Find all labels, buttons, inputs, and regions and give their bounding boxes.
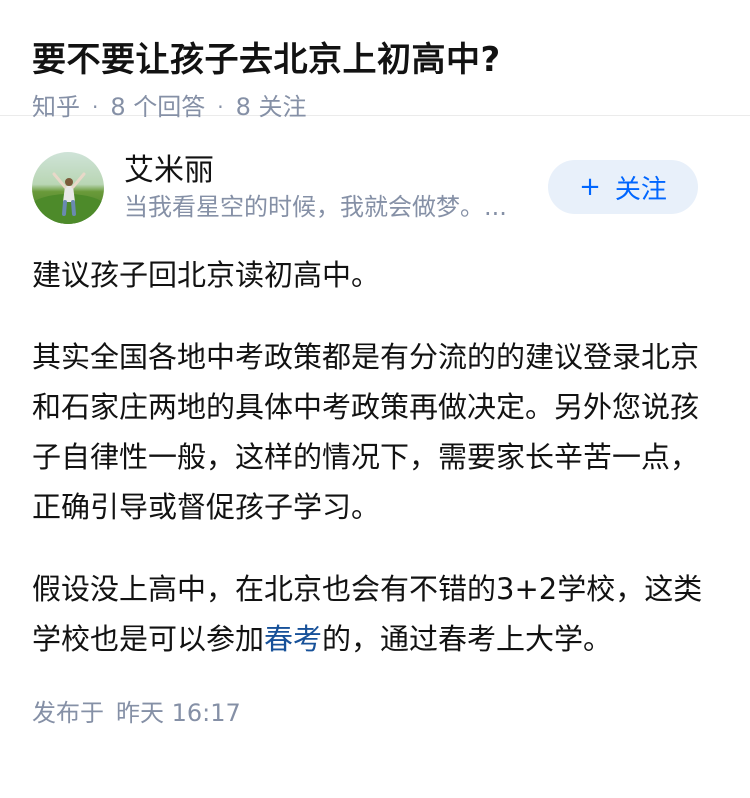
author-bio: 当我看星空的时候，我就会做梦。... — [124, 193, 507, 221]
follower-count[interactable]: 8 关注 — [236, 90, 307, 124]
answer-count[interactable]: 8 个回答 — [110, 90, 205, 124]
spring-exam-link[interactable]: 春考 — [264, 622, 322, 656]
paragraph: 建议孩子回北京读初高中。 — [32, 258, 381, 292]
answer-card: 艾米丽 当我看星空的时候，我就会做梦。... + 关注 建议孩子回北京读初高中。… — [0, 116, 750, 730]
paragraph: 其实全国各地中考政策都是有分流的的建议登录北京和石家庄两地的具体中考政策再做决定… — [32, 340, 700, 524]
follow-label: 关注 — [614, 174, 667, 205]
publish-timestamp: 昨天 16:17 — [116, 699, 241, 727]
meta-separator: · — [92, 95, 99, 119]
follow-button[interactable]: + 关注 — [548, 160, 698, 214]
source-label[interactable]: 知乎 — [32, 90, 80, 124]
question-header[interactable]: 要不要让孩子去北京上初高中? 知乎 · 8 个回答 · 8 关注 — [0, 0, 750, 121]
plus-icon: + — [579, 172, 601, 202]
publish-time: 发布于 昨天 16:17 — [32, 696, 718, 730]
author-row: 艾米丽 当我看星空的时候，我就会做梦。... + 关注 — [32, 150, 718, 226]
avatar[interactable] — [32, 152, 104, 224]
publish-label: 发布于 — [32, 699, 104, 727]
answer-content: 建议孩子回北京读初高中。 其实全国各地中考政策都是有分流的的建议登录北京和石家庄… — [32, 250, 718, 664]
author-info: 艾米丽 当我看星空的时候，我就会做梦。... — [124, 152, 534, 224]
answer-page: 要不要让孩子去北京上初高中? 知乎 · 8 个回答 · 8 关注 艾米丽 当我看… — [0, 0, 750, 798]
paragraph-text: 的，通过春考上大学。 — [322, 622, 613, 656]
question-title[interactable]: 要不要让孩子去北京上初高中? — [32, 36, 718, 84]
paragraph: 假设没上高中，在北京也会有不错的3+2学校，这类学校也是可以参加春考的，通过春考… — [32, 564, 718, 664]
avatar-image — [32, 152, 104, 224]
meta-separator: · — [217, 95, 224, 119]
author-name[interactable]: 艾米丽 — [124, 152, 534, 190]
